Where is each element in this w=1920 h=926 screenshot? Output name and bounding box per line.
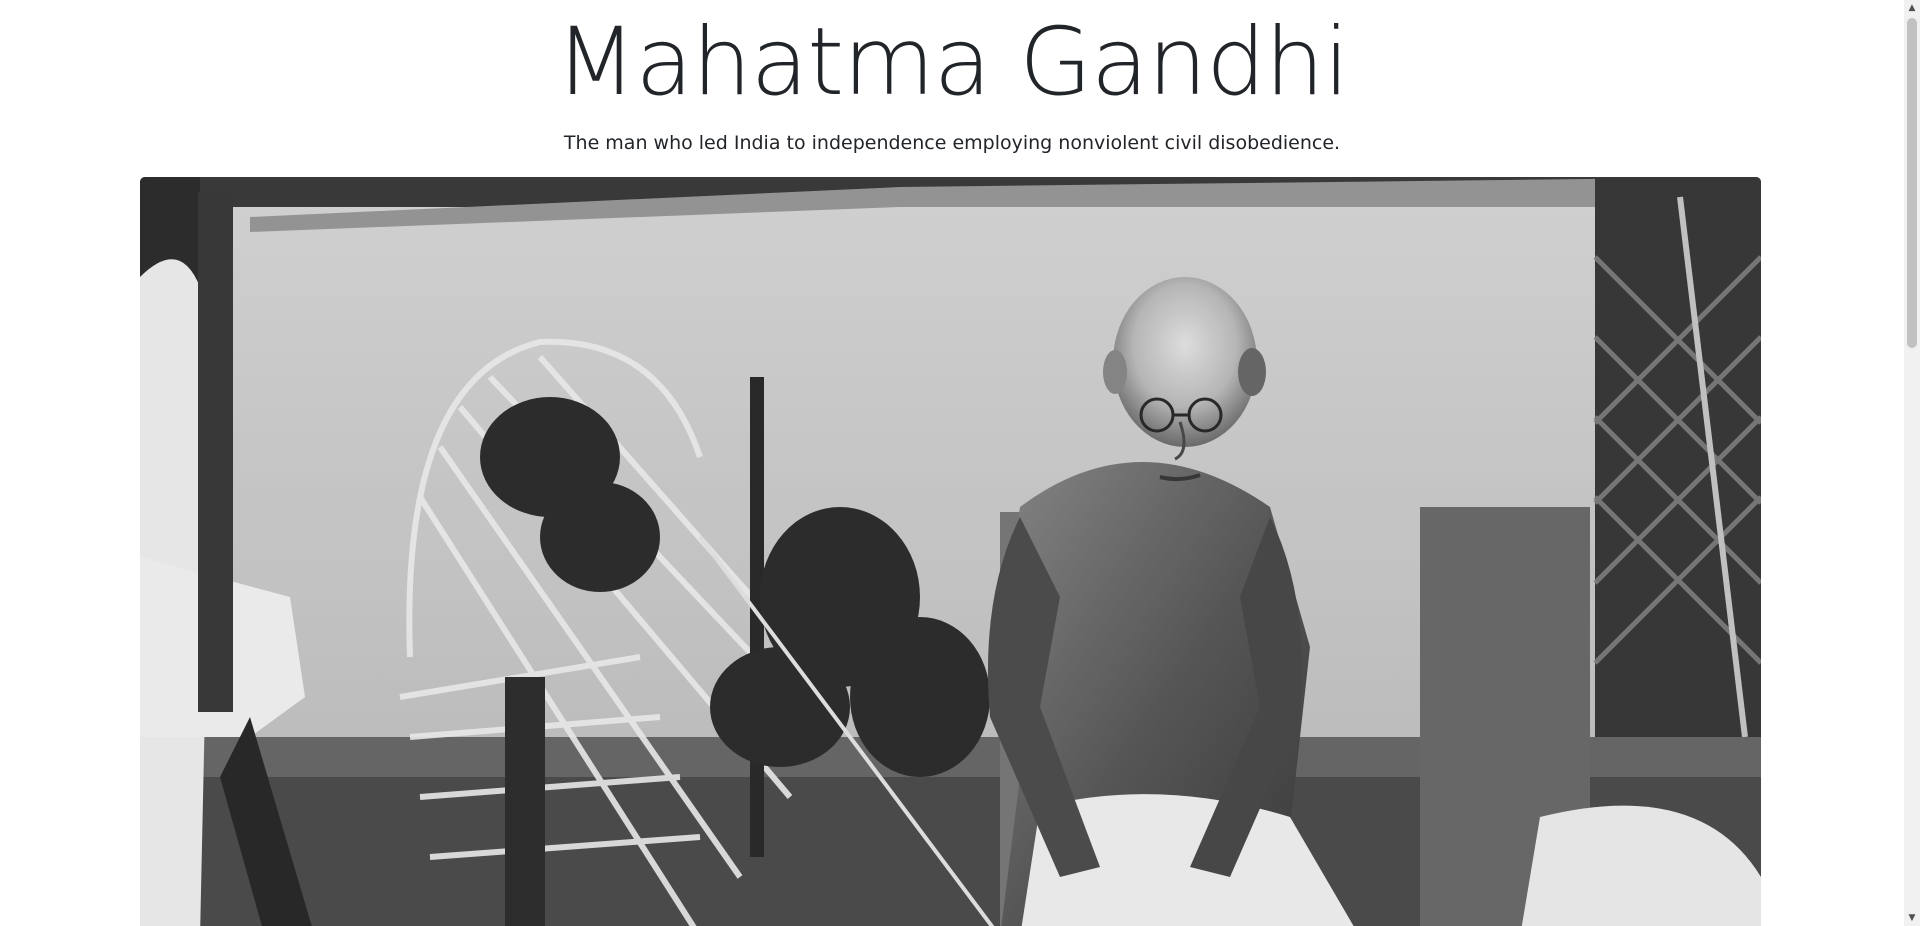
main-content: Mahatma Gandhi The man who led India to … <box>0 0 1904 926</box>
vertical-scrollbar[interactable]: ▲ ▼ <box>1904 0 1920 926</box>
scroll-down-arrow-icon[interactable]: ▼ <box>1904 910 1920 926</box>
page-title: Mahatma Gandhi <box>555 8 1349 117</box>
page: Mahatma Gandhi The man who led India to … <box>0 0 1920 926</box>
portrait-photo <box>140 177 1761 926</box>
scrollbar-thumb[interactable] <box>1907 18 1917 348</box>
page-subtitle: The man who led India to independence em… <box>563 132 1341 154</box>
scroll-up-arrow-icon[interactable]: ▲ <box>1904 0 1920 16</box>
photo-illustration <box>140 177 1761 926</box>
